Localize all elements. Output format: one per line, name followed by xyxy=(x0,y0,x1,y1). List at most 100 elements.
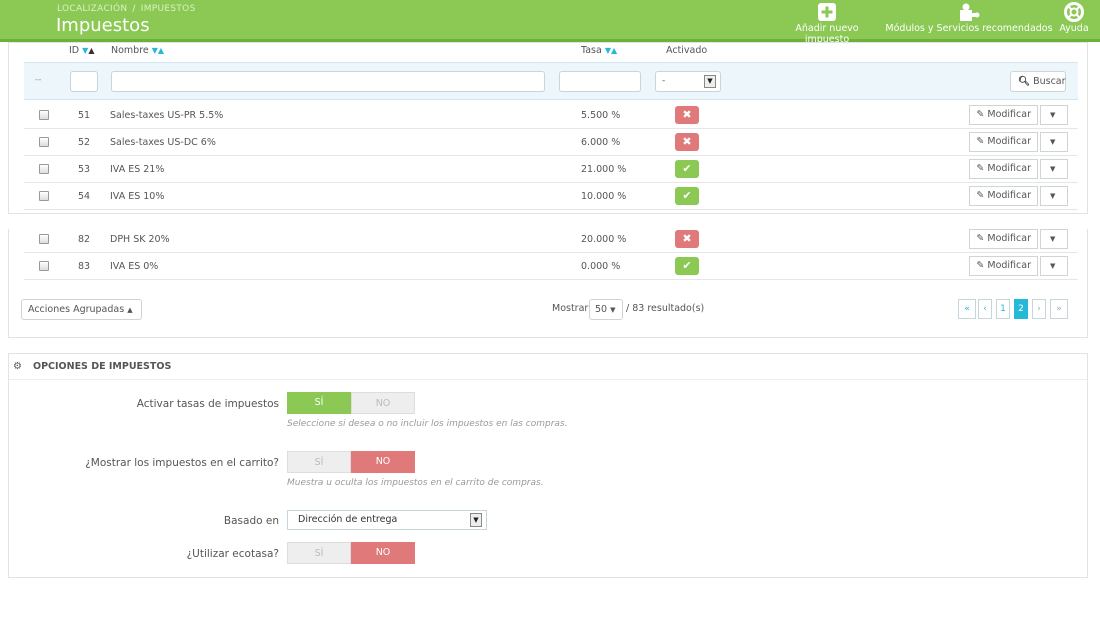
row-actions-dropdown[interactable]: ▼ xyxy=(1040,159,1068,179)
add-new-tax-button[interactable]: Añadir nuevo impuesto xyxy=(772,2,882,45)
column-rate-label: Tasa xyxy=(581,45,602,56)
pagination-prev[interactable]: ‹ xyxy=(978,299,992,319)
recommended-modules-label: Módulos y Servicios recomendados xyxy=(885,23,1053,34)
pencil-icon: ✎ xyxy=(976,109,985,120)
per-page-value: 50 xyxy=(595,304,608,315)
plus-square-icon xyxy=(772,2,882,22)
row-rate: 21.000 % xyxy=(581,164,627,175)
caret-down-icon: ▼ xyxy=(610,306,616,314)
column-id-label: ID xyxy=(69,45,80,56)
chevron-down-icon: ▼ xyxy=(704,75,716,88)
breadcrumb-item-impuestos[interactable]: IMPUESTOS xyxy=(141,4,196,14)
ecotax-no[interactable]: NO xyxy=(351,542,415,564)
row-id: 83 xyxy=(78,261,91,272)
per-page-dropdown[interactable]: 50 ▼ xyxy=(589,299,623,320)
pagination-first[interactable]: « xyxy=(958,299,976,319)
pagination-page-1[interactable]: 1 xyxy=(996,299,1010,319)
table-row[interactable]: 51 Sales-taxes US-PR 5.5% 5.500 % ✖ ✎ Modifi… xyxy=(24,102,1078,129)
status-enabled-check-icon[interactable]: ✔ xyxy=(675,187,699,205)
table-row[interactable]: 82 DPH SK 20% 20.000 % ✖ ✎ Modificar ▼ xyxy=(24,226,1078,253)
ecotax-switch[interactable]: SÍ NO xyxy=(287,542,415,564)
row-actions-dropdown[interactable]: ▼ xyxy=(1040,132,1068,152)
table-row[interactable]: 83 IVA ES 0% 0.000 % ✔ ✎ Modificar ▼ xyxy=(24,253,1078,280)
row-rate: 0.000 % xyxy=(581,261,621,272)
row-name: IVA ES 10% xyxy=(110,191,165,202)
modify-button[interactable]: ✎ Modificar xyxy=(969,159,1038,179)
show-tax-cart-yes[interactable]: SÍ xyxy=(287,451,351,473)
column-active: Activado xyxy=(666,45,707,56)
sort-name-icons[interactable]: ▼▲ xyxy=(152,46,164,55)
pagination-next[interactable]: › xyxy=(1032,299,1046,319)
chevron-down-icon: ▼ xyxy=(470,513,482,527)
column-rate: Tasa ▼▲ xyxy=(581,45,617,56)
bulk-actions-button[interactable]: Acciones Agrupadas ▲ xyxy=(21,299,142,320)
show-label: Mostrar xyxy=(552,303,589,314)
status-disabled-x-icon[interactable]: ✖ xyxy=(675,133,699,151)
status-disabled-x-icon[interactable]: ✖ xyxy=(675,230,699,248)
ecotax-yes[interactable]: SÍ xyxy=(287,542,351,564)
based-on-value: Dirección de entrega xyxy=(298,514,398,525)
filter-id-input[interactable] xyxy=(70,71,98,92)
caret-down-icon: ▼ xyxy=(1050,138,1056,146)
row-actions-dropdown[interactable]: ▼ xyxy=(1040,256,1068,276)
modify-label: Modificar xyxy=(987,136,1031,147)
row-checkbox[interactable] xyxy=(39,261,49,271)
column-active-label: Activado xyxy=(666,45,708,56)
modify-label: Modificar xyxy=(987,260,1031,271)
column-name: Nombre ▼▲ xyxy=(111,45,164,56)
modify-button[interactable]: ✎ Modificar xyxy=(969,132,1038,152)
breadcrumb: LOCALIZACIÓN / IMPUESTOS xyxy=(57,4,196,14)
gears-icon: ⚙ xyxy=(13,361,22,372)
pagination-last[interactable]: » xyxy=(1050,299,1068,319)
search-button[interactable]: 🔍︎ Buscar xyxy=(1010,71,1066,92)
enable-tax-yes[interactable]: SÍ xyxy=(287,392,351,414)
pencil-icon: ✎ xyxy=(976,190,985,201)
row-checkbox[interactable] xyxy=(39,137,49,147)
row-name: IVA ES 21% xyxy=(110,164,165,175)
column-name-label: Nombre xyxy=(111,45,149,56)
filter-rate-input[interactable] xyxy=(559,71,641,92)
caret-down-icon: ▼ xyxy=(1050,262,1056,270)
pencil-icon: ✎ xyxy=(976,163,985,174)
recommended-modules-button[interactable]: Módulos y Servicios recomendados xyxy=(883,2,1055,38)
row-checkbox[interactable] xyxy=(39,191,49,201)
row-checkbox[interactable] xyxy=(39,164,49,174)
filter-active-select[interactable]: - ▼ xyxy=(655,71,721,92)
show-tax-cart-no[interactable]: NO xyxy=(351,451,415,473)
caret-down-icon: ▼ xyxy=(1050,192,1056,200)
row-rate: 6.000 % xyxy=(581,137,621,148)
row-actions-dropdown[interactable]: ▼ xyxy=(1040,105,1068,125)
modify-button[interactable]: ✎ Modificar xyxy=(969,256,1038,276)
based-on-label: Basado en xyxy=(223,515,279,527)
sort-rate-icons[interactable]: ▼▲ xyxy=(605,46,617,55)
row-actions-dropdown[interactable]: ▼ xyxy=(1040,229,1068,249)
modify-button[interactable]: ✎ Modificar xyxy=(969,229,1038,249)
table-row[interactable]: 54 IVA ES 10% 10.000 % ✔ ✎ Modificar ▼ xyxy=(24,183,1078,210)
filter-active-value: - xyxy=(662,76,666,86)
row-rate: 10.000 % xyxy=(581,191,627,202)
row-actions-dropdown[interactable]: ▼ xyxy=(1040,186,1068,206)
pencil-icon: ✎ xyxy=(976,136,985,147)
help-button[interactable]: Ayuda xyxy=(1056,2,1092,38)
row-checkbox[interactable] xyxy=(39,234,49,244)
status-enabled-check-icon[interactable]: ✔ xyxy=(675,257,699,275)
pagination-page-2[interactable]: 2 xyxy=(1014,299,1028,319)
page-header: LOCALIZACIÓN / IMPUESTOS Impuestos Añadir … xyxy=(0,0,1100,45)
status-enabled-check-icon[interactable]: ✔ xyxy=(675,160,699,178)
modify-button[interactable]: ✎ Modificar xyxy=(969,186,1038,206)
sort-id-icons[interactable]: ▼▲ xyxy=(82,46,94,55)
row-checkbox[interactable] xyxy=(39,110,49,120)
breadcrumb-item-localizacion[interactable]: LOCALIZACIÓN xyxy=(57,4,127,14)
table-row[interactable]: 53 IVA ES 21% 21.000 % ✔ ✎ Modificar ▼ xyxy=(24,156,1078,183)
table-row[interactable]: 52 Sales-taxes US-DC 6% 6.000 % ✖ ✎ Modifica… xyxy=(24,129,1078,156)
filter-dash: -- xyxy=(35,75,42,85)
enable-tax-switch[interactable]: SÍ NO xyxy=(287,392,415,414)
status-disabled-x-icon[interactable]: ✖ xyxy=(675,106,699,124)
bulk-actions-label: Acciones Agrupadas xyxy=(28,304,125,315)
based-on-select[interactable]: Dirección de entrega ▼ xyxy=(287,510,487,530)
filter-name-input[interactable] xyxy=(111,71,545,92)
show-tax-cart-switch[interactable]: SÍ NO xyxy=(287,451,415,473)
modify-button[interactable]: ✎ Modificar xyxy=(969,105,1038,125)
row-rate: 5.500 % xyxy=(581,110,621,121)
enable-tax-no[interactable]: NO xyxy=(351,392,415,414)
